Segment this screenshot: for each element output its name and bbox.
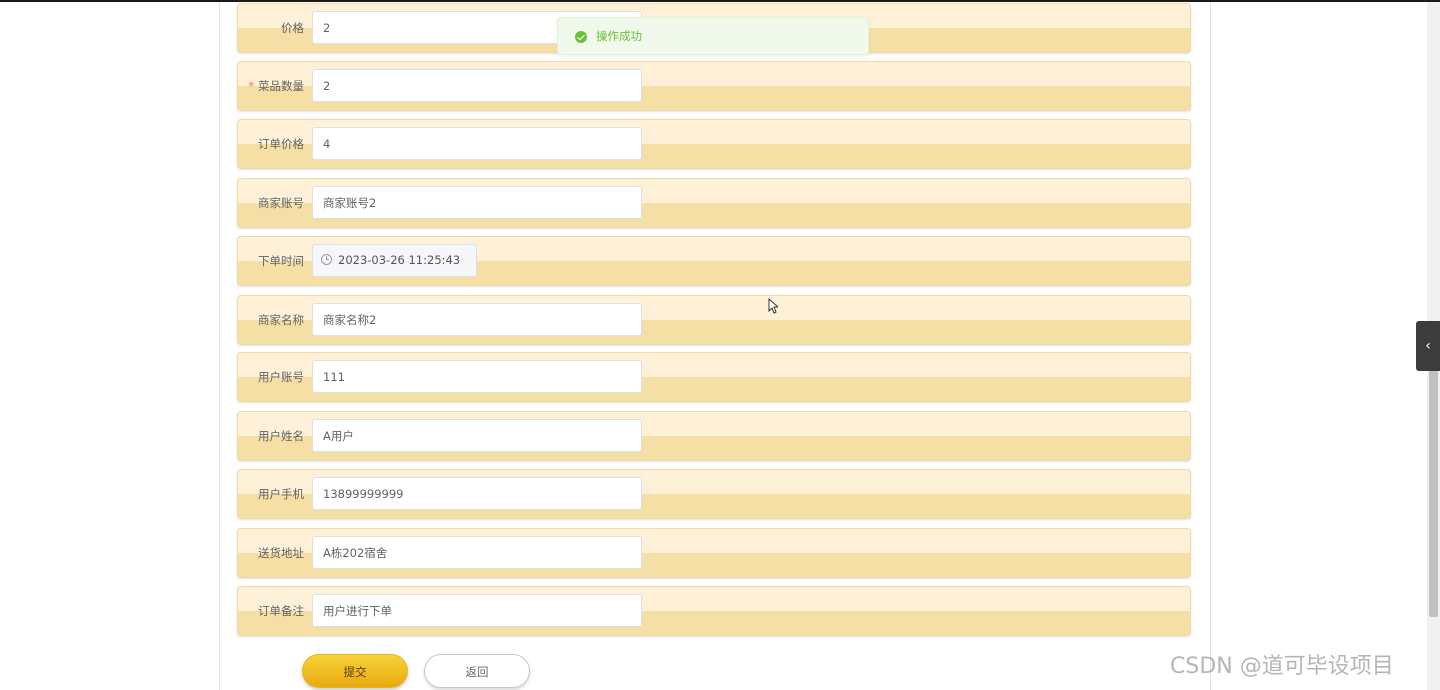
order-time-value: 2023-03-26 11:25:43 bbox=[338, 253, 461, 267]
order-price-label: 订单价格 bbox=[258, 137, 304, 151]
form-row-merchant-name: 商家名称 bbox=[237, 295, 1191, 345]
scrollbar-thumb[interactable] bbox=[1429, 370, 1438, 617]
merchant-account-label: 商家账号 bbox=[258, 196, 304, 210]
success-check-icon bbox=[575, 31, 587, 43]
form-row-merchant-account: 商家账号 bbox=[237, 178, 1191, 228]
delivery-address-label: 送货地址 bbox=[258, 546, 304, 560]
order-time-label: 下单时间 bbox=[258, 254, 304, 268]
merchant-account-input[interactable] bbox=[312, 186, 642, 219]
clock-icon bbox=[321, 254, 332, 265]
form-row-user-name: 用户姓名 bbox=[237, 411, 1191, 461]
order-remark-label: 订单备注 bbox=[258, 604, 304, 618]
form-row-order-price: 订单价格 bbox=[237, 119, 1191, 169]
merchant-name-label: 商家名称 bbox=[258, 313, 304, 327]
order-price-input[interactable] bbox=[312, 127, 642, 160]
user-phone-input[interactable] bbox=[312, 477, 642, 510]
order-remark-input[interactable] bbox=[312, 594, 642, 627]
form-row-order-time: 下单时间 2023-03-26 11:25:43 bbox=[237, 236, 1191, 286]
success-toast: 操作成功 bbox=[557, 17, 869, 55]
back-button[interactable]: 返回 bbox=[424, 654, 530, 688]
user-account-input[interactable] bbox=[312, 360, 642, 393]
user-phone-label: 用户手机 bbox=[258, 487, 304, 501]
user-account-label: 用户账号 bbox=[258, 370, 304, 384]
dish-quantity-label: * 菜品数量 bbox=[248, 79, 304, 93]
form-row-user-phone: 用户手机 bbox=[237, 469, 1191, 519]
form-row-dish-quantity: * 菜品数量 bbox=[237, 61, 1191, 111]
user-name-input[interactable] bbox=[312, 419, 642, 452]
required-mark: * bbox=[248, 79, 254, 93]
chevron-left-icon: ‹ bbox=[1425, 338, 1431, 354]
form-row-delivery-address: 送货地址 bbox=[237, 528, 1191, 578]
toast-message: 操作成功 bbox=[596, 29, 642, 43]
form-row-order-remark: 订单备注 bbox=[237, 586, 1191, 636]
dish-quantity-input[interactable] bbox=[312, 69, 642, 102]
merchant-name-input[interactable] bbox=[312, 303, 642, 336]
side-panel-toggle[interactable]: ‹ bbox=[1416, 321, 1440, 371]
order-time-picker[interactable]: 2023-03-26 11:25:43 bbox=[312, 244, 477, 277]
watermark: CSDN @道可毕设项目 bbox=[1170, 654, 1394, 679]
submit-button[interactable]: 提交 bbox=[302, 654, 408, 688]
form-row-user-account: 用户账号 bbox=[237, 352, 1191, 402]
mouse-cursor-icon bbox=[768, 298, 778, 314]
price-label: 价格 bbox=[281, 21, 304, 35]
delivery-address-input[interactable] bbox=[312, 536, 642, 569]
user-name-label: 用户姓名 bbox=[258, 429, 304, 443]
